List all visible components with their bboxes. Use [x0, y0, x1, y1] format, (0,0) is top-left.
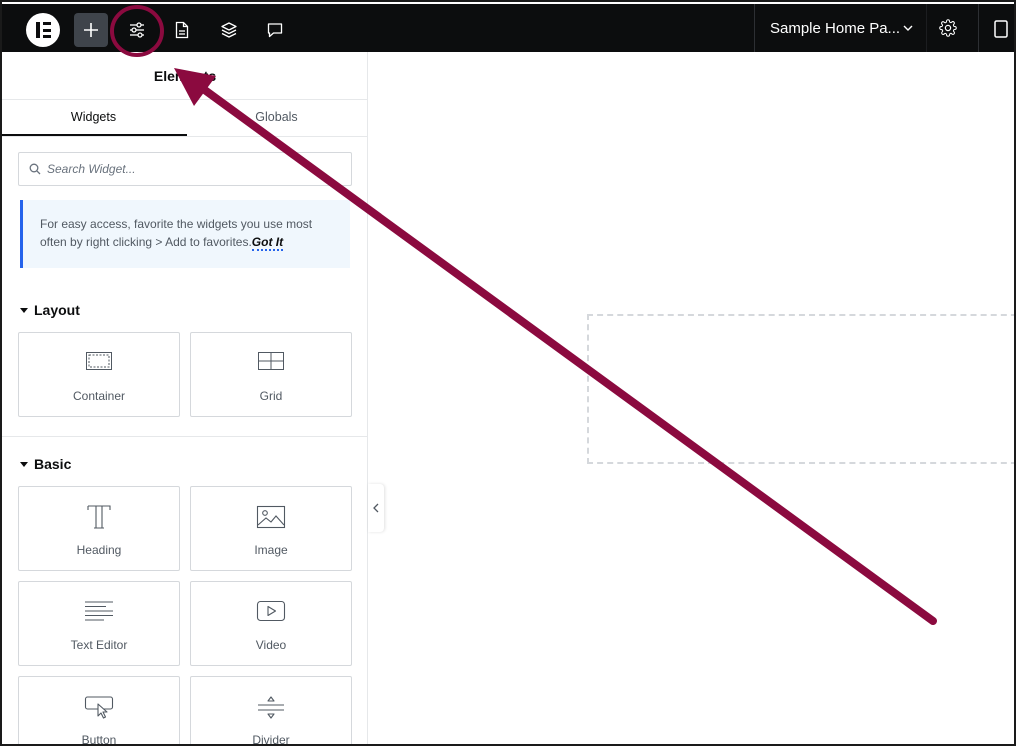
image-icon	[256, 505, 286, 529]
got-it-link[interactable]: Got It	[251, 235, 284, 251]
divider	[2, 136, 368, 137]
text-editor-icon	[85, 601, 113, 621]
heading-icon	[87, 505, 111, 529]
section-layout-title[interactable]: Layout	[20, 302, 80, 318]
gear-icon[interactable]	[939, 19, 957, 37]
notes-button[interactable]	[258, 13, 292, 47]
collapse-panel-button[interactable]	[368, 484, 384, 532]
tab-widgets[interactable]: Widgets	[2, 100, 185, 136]
widget-container[interactable]: Container	[18, 332, 180, 417]
topbar-divider	[978, 4, 979, 54]
divider-icon	[258, 696, 284, 719]
sliders-icon	[130, 22, 144, 38]
widget-text-editor[interactable]: Text Editor	[18, 581, 180, 666]
divider	[2, 436, 368, 437]
page-settings-button[interactable]	[165, 13, 199, 47]
elements-panel: Elements Widgets Globals For easy access…	[2, 52, 368, 744]
widget-button[interactable]: Button	[18, 676, 180, 744]
widget-image[interactable]: Image	[190, 486, 352, 571]
panel-title: Elements	[153, 68, 217, 84]
search-box	[18, 152, 352, 186]
add-element-button[interactable]	[74, 13, 108, 47]
editor-window: Sample Home Pa... Elements Widgets Globa…	[0, 0, 1016, 746]
chevron-down-icon[interactable]	[902, 22, 914, 34]
responsive-mode-icon[interactable]	[992, 19, 1012, 39]
site-settings-button[interactable]	[120, 13, 154, 47]
widget-video[interactable]: Video	[190, 581, 352, 666]
layers-icon	[221, 22, 237, 38]
top-bar: Sample Home Pa...	[2, 2, 1014, 54]
empty-section-dropzone[interactable]	[587, 314, 1014, 464]
plus-icon	[84, 23, 98, 37]
comment-icon	[267, 23, 283, 38]
grid-icon	[258, 352, 284, 370]
button-icon	[84, 696, 114, 719]
topbar-divider	[926, 4, 927, 54]
page-name[interactable]: Sample Home Pa...	[770, 20, 900, 37]
document-icon	[175, 21, 189, 39]
search-widget-input[interactable]	[47, 153, 347, 185]
elementor-logo-icon[interactable]	[26, 13, 60, 47]
video-icon	[256, 600, 286, 622]
caret-down-icon	[20, 307, 28, 313]
chevron-left-icon	[373, 503, 379, 513]
widget-heading[interactable]: Heading	[18, 486, 180, 571]
caret-down-icon	[20, 461, 28, 467]
container-icon	[86, 352, 112, 370]
editor-canvas[interactable]	[369, 52, 1014, 744]
search-icon	[29, 163, 41, 175]
widget-divider[interactable]: Divider	[190, 676, 352, 744]
widget-grid[interactable]: Grid	[190, 332, 352, 417]
favorites-notice: For easy access, favorite the widgets yo…	[20, 200, 350, 268]
section-basic-title[interactable]: Basic	[20, 456, 71, 472]
tab-globals[interactable]: Globals	[185, 100, 368, 136]
topbar-divider	[754, 4, 755, 54]
structure-button[interactable]	[212, 13, 246, 47]
